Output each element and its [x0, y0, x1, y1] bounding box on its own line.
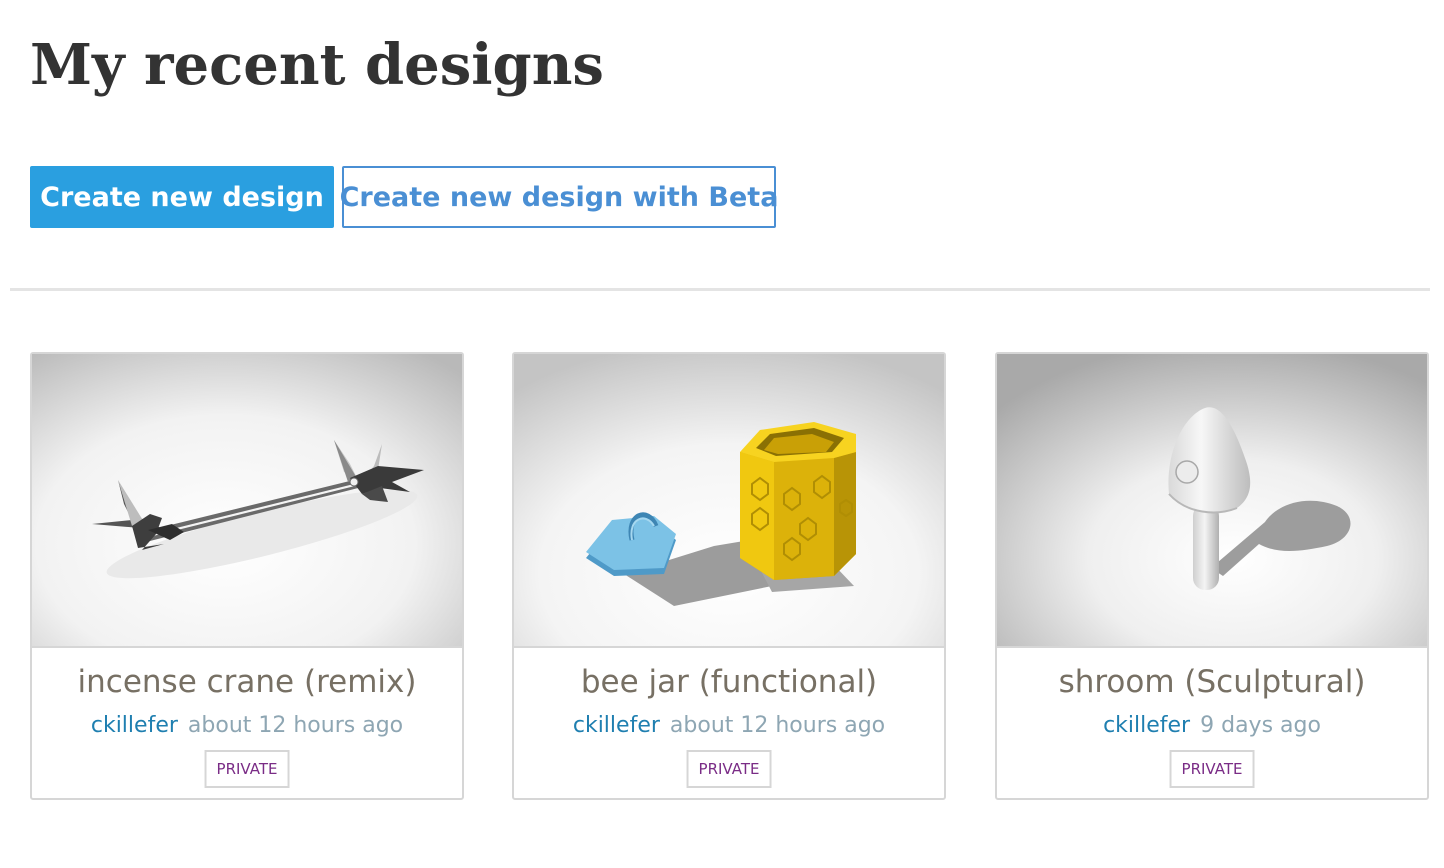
design-meta: ckillefer about 12 hours ago: [514, 710, 944, 742]
page-title: My recent designs: [30, 32, 604, 98]
design-timestamp: 9 days ago: [1200, 713, 1321, 738]
design-card-shroom[interactable]: shroom (Sculptural) ckillefer 9 days ago …: [995, 352, 1429, 800]
design-title[interactable]: shroom (Sculptural): [997, 660, 1427, 704]
shroom-model-preview: [997, 354, 1427, 646]
design-title[interactable]: bee jar (functional): [514, 660, 944, 704]
create-new-design-button[interactable]: Create new design: [30, 166, 334, 228]
design-timestamp: about 12 hours ago: [187, 713, 404, 738]
author-link[interactable]: ckillefer: [573, 713, 660, 738]
section-divider: [10, 288, 1430, 291]
private-badge: PRIVATE: [1169, 750, 1255, 788]
design-thumbnail-bee-jar[interactable]: [514, 354, 944, 648]
private-badge: PRIVATE: [686, 750, 772, 788]
design-thumbnail-shroom[interactable]: [997, 354, 1427, 648]
crane-model-preview: [32, 354, 462, 646]
author-link[interactable]: ckillefer: [91, 713, 178, 738]
create-new-design-beta-button[interactable]: Create new design with Beta: [340, 166, 778, 228]
design-card-bee-jar[interactable]: bee jar (functional) ckillefer about 12 h…: [512, 352, 946, 800]
design-thumbnail-incense-crane[interactable]: [32, 354, 462, 648]
design-meta: ckillefer 9 days ago: [997, 710, 1427, 742]
design-card-incense-crane[interactable]: incense crane (remix) ckillefer about 12 …: [30, 352, 464, 800]
design-meta: ckillefer about 12 hours ago: [32, 710, 462, 742]
bee-jar-model-preview: [514, 354, 944, 646]
design-title[interactable]: incense crane (remix): [32, 660, 462, 704]
author-link[interactable]: ckillefer: [1103, 713, 1190, 738]
design-timestamp: about 12 hours ago: [669, 713, 886, 738]
private-badge: PRIVATE: [204, 750, 290, 788]
